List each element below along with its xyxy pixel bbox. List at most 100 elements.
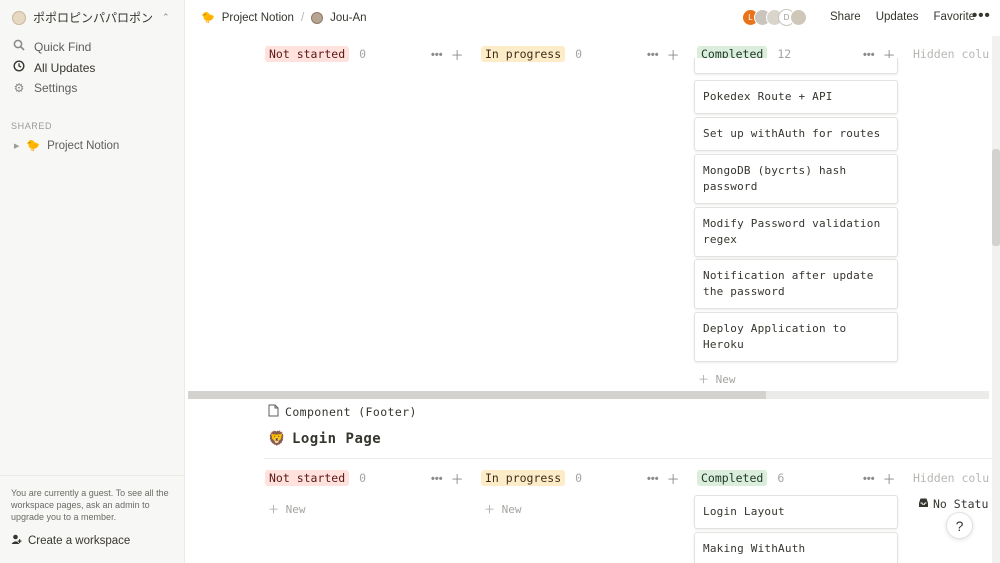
breadcrumb-jou-an[interactable]: Jou-An [330, 12, 366, 24]
add-card-icon[interactable]: ＋ [883, 469, 896, 488]
breadcrumb-project-notion[interactable]: Project Notion [222, 12, 294, 24]
new-label: New [715, 373, 736, 386]
topbar: 🐤 Project Notion / Jou-An L D Share Upda… [186, 0, 1000, 36]
status-tag: Not started [265, 46, 350, 62]
expand-triangle-icon[interactable]: ▶ [14, 142, 19, 150]
sidebar: ポポロピンパパロポン ⌃ Quick Find All Updates ⚙ Se… [0, 0, 185, 563]
no-status-group[interactable]: No Statu [918, 497, 988, 511]
add-card-icon[interactable]: ＋ [451, 45, 464, 64]
help-button[interactable]: ? [946, 512, 973, 539]
horizontal-scrollbar[interactable] [188, 391, 989, 399]
new-card-button[interactable]: ＋ New [698, 371, 736, 387]
duck-emoji-icon: 🐤 [201, 12, 215, 24]
breadcrumb: 🐤 Project Notion / Jou-An [201, 11, 367, 24]
hidden-columns-label[interactable]: Hidden colu [913, 47, 989, 61]
divider [264, 458, 994, 459]
nav-label: Settings [34, 81, 78, 95]
column-controls: ••• ＋ [863, 469, 896, 488]
new-card-button[interactable]: ＋ New [484, 501, 522, 517]
board-card[interactable]: Pokedex Route + API [694, 80, 898, 114]
favorite-button[interactable]: Favorite [934, 11, 976, 23]
nav-quick-find[interactable]: Quick Find [12, 39, 177, 54]
no-status-label: No Statu [933, 497, 989, 511]
column-controls: ••• ＋ [647, 469, 680, 488]
sub-page-link[interactable]: Component (Footer) [268, 404, 417, 420]
add-card-icon[interactable]: ＋ [667, 469, 680, 488]
column-count: 0 [359, 471, 367, 485]
column-count: 0 [359, 47, 367, 61]
person-add-icon [11, 534, 22, 548]
column-menu-icon[interactable]: ••• [647, 49, 659, 61]
add-card-icon[interactable]: ＋ [451, 469, 464, 488]
column-menu-icon[interactable]: ••• [863, 473, 875, 485]
board-card[interactable]: Modify Password validation regex [694, 207, 898, 257]
sidebar-footer: You are currently a guest. To see all th… [0, 475, 185, 563]
avatar [790, 9, 807, 26]
breadcrumb-separator: / [300, 11, 305, 24]
nav-all-updates[interactable]: All Updates [12, 60, 177, 75]
updates-button[interactable]: Updates [876, 11, 919, 23]
sidebar-item-label: Project Notion [47, 139, 120, 152]
column-menu-icon[interactable]: ••• [647, 473, 659, 485]
board-card[interactable]: Notification after update the password [694, 259, 898, 309]
board-card[interactable]: Making WithAuth [694, 532, 898, 563]
workspace-logo-icon [12, 10, 26, 25]
new-label: New [501, 503, 522, 516]
board-card[interactable]: MongoDB (bycrts) hash password [694, 154, 898, 204]
column-controls: ••• ＋ [647, 45, 680, 64]
create-workspace-button[interactable]: Create a workspace [11, 534, 130, 548]
vertical-scrollbar[interactable] [992, 36, 1000, 563]
topbar-actions: Share Updates Favorite [830, 11, 975, 23]
page-avatar-icon [311, 11, 324, 24]
column-header-not-started: Not started 0 [265, 46, 366, 62]
chevron-up-down-icon: ⌃ [162, 12, 170, 22]
status-tag: Not started [265, 470, 350, 486]
duck-emoji-icon: 🐤 [26, 140, 41, 152]
scrollbar-thumb[interactable] [188, 391, 766, 399]
lion-emoji-icon: 🦁 [268, 431, 286, 447]
column-header-not-started: Not started 0 [265, 470, 366, 486]
column-header-completed: Completed 6 [697, 470, 784, 486]
column-controls: ••• ＋ [431, 469, 464, 488]
card-partial[interactable] [694, 58, 898, 74]
sub-page-label: Component (Footer) [285, 405, 417, 419]
workspace-switcher[interactable]: ポポロピンパパロポン ⌃ [12, 9, 170, 26]
search-icon [12, 39, 26, 54]
new-card-button[interactable]: ＋ New [268, 501, 306, 517]
board-area: Not started 0 ••• ＋ In progress 0 ••• ＋ … [186, 36, 1000, 563]
column-header-in-progress: In progress 0 [481, 46, 582, 62]
column-count: 0 [575, 471, 583, 485]
sidebar-item-project-notion[interactable]: ▶ 🐤 Project Notion [14, 139, 120, 153]
status-tag: Completed [697, 470, 768, 486]
nav-label: Quick Find [34, 39, 92, 54]
nav-settings[interactable]: ⚙ Settings [12, 81, 177, 95]
create-workspace-label: Create a workspace [28, 535, 131, 547]
more-options-icon[interactable]: ••• [972, 7, 991, 24]
status-tag: In progress [481, 470, 566, 486]
column-header-in-progress: In progress 0 [481, 470, 582, 486]
column-count: 6 [777, 471, 785, 485]
collaborator-avatars[interactable]: L D [742, 9, 807, 26]
board-card[interactable]: Deploy Application to Heroku [694, 312, 898, 362]
workspace-name: ポポロピンパパロポン [33, 11, 154, 25]
column-controls: ••• ＋ [431, 45, 464, 64]
add-card-icon[interactable]: ＋ [667, 45, 680, 64]
clock-icon [12, 60, 26, 75]
column-menu-icon[interactable]: ••• [431, 49, 443, 61]
nav-label: All Updates [34, 60, 96, 75]
share-button[interactable]: Share [830, 11, 861, 23]
guest-notice: You are currently a guest. To see all th… [11, 488, 169, 522]
gear-icon: ⚙ [13, 81, 25, 95]
scrollbar-thumb[interactable] [992, 149, 1000, 246]
board-card[interactable]: Set up withAuth for routes [694, 117, 898, 151]
section-title: 🦁 Login Page [268, 431, 381, 447]
inbox-icon [918, 497, 929, 511]
section-title-text: Login Page [291, 431, 382, 447]
hidden-columns-label[interactable]: Hidden colu [913, 471, 989, 485]
board-card[interactable]: Login Layout [694, 495, 898, 529]
page-icon [268, 404, 279, 420]
column-menu-icon[interactable]: ••• [431, 473, 443, 485]
column-count: 0 [575, 47, 583, 61]
status-tag: In progress [481, 46, 566, 62]
new-label: New [285, 503, 306, 516]
